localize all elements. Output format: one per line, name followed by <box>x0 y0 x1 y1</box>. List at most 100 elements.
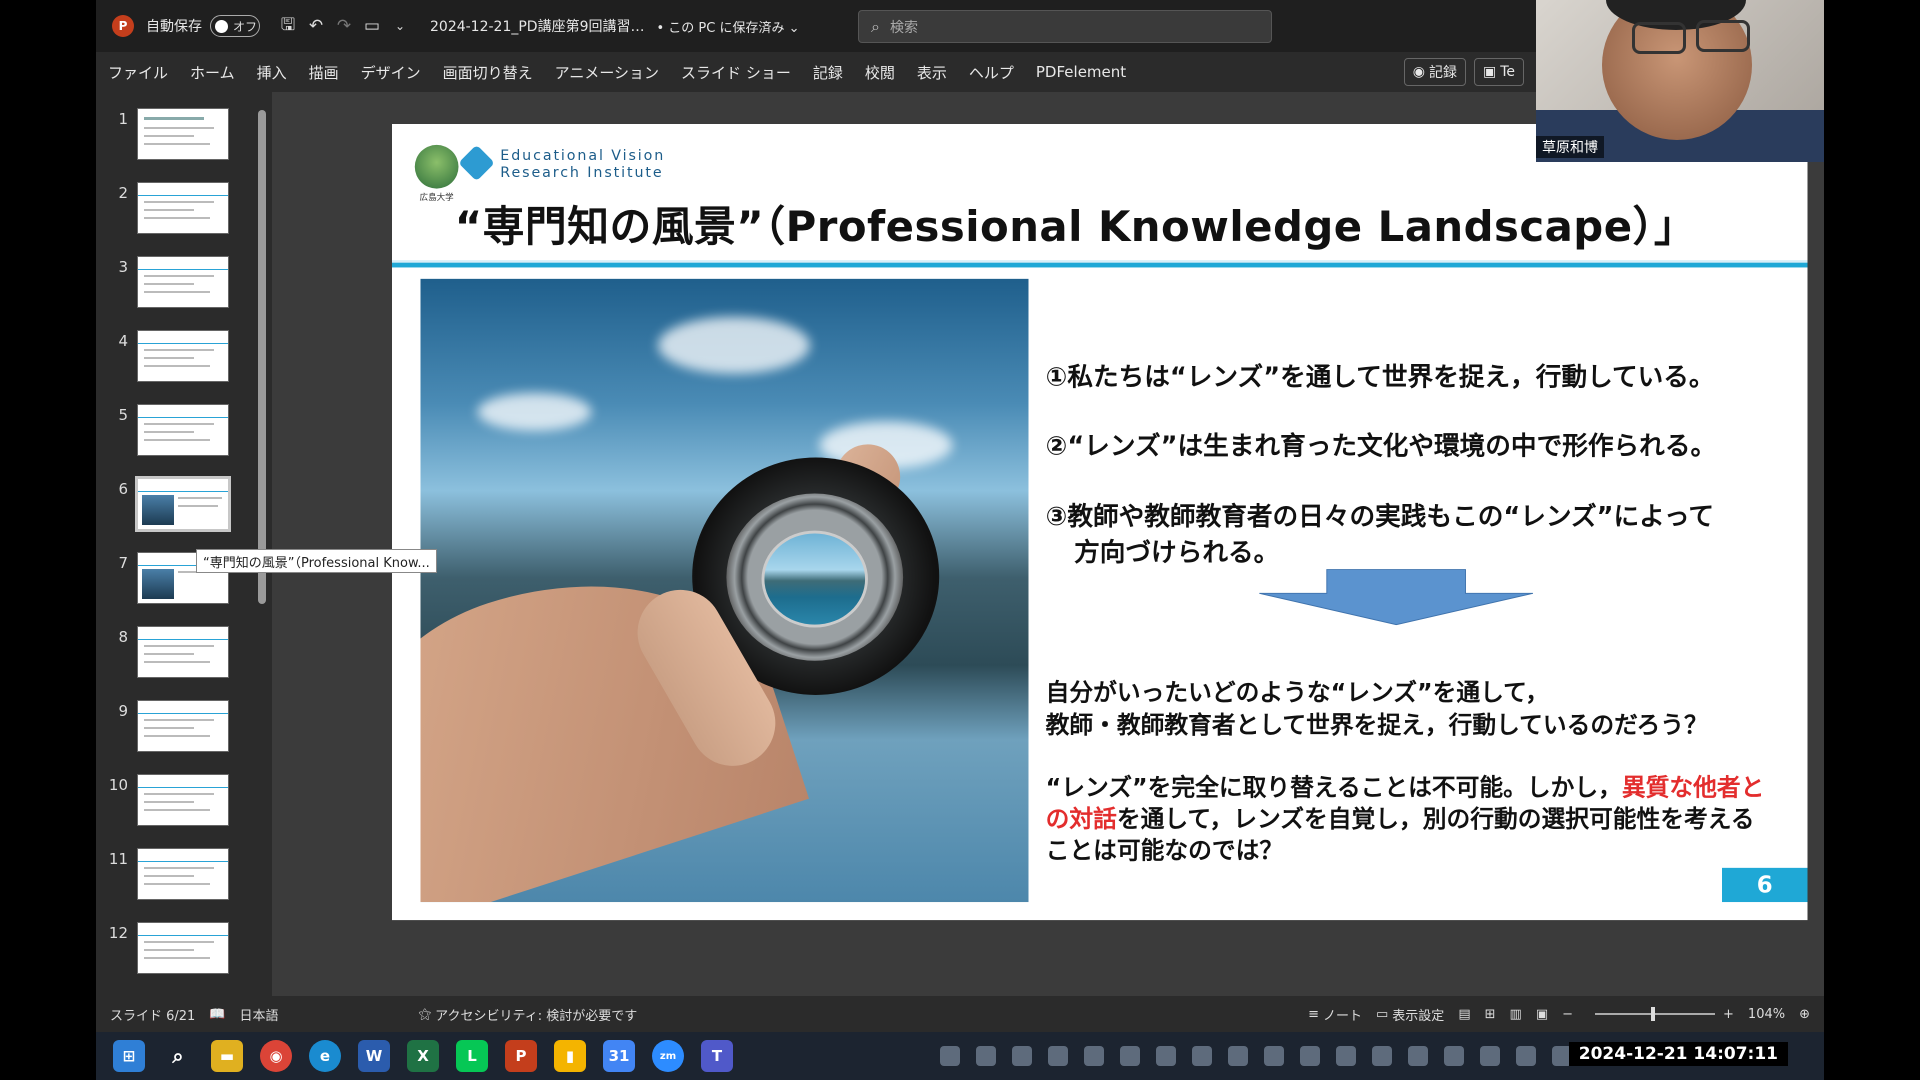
thumbnail-1[interactable]: 1 <box>96 102 272 176</box>
excel-icon[interactable]: X <box>407 1040 439 1072</box>
slide-thumb[interactable] <box>137 700 229 752</box>
slide-thumb[interactable] <box>137 922 229 974</box>
slide-sorter-icon[interactable]: ⊞ <box>1485 1007 1496 1022</box>
tray-icon[interactable] <box>1048 1046 1068 1066</box>
search-taskbar-icon[interactable]: ⌕ <box>162 1040 194 1072</box>
tray-icon[interactable] <box>976 1046 996 1066</box>
tray-icon[interactable] <box>1516 1046 1536 1066</box>
tab-help[interactable]: ヘルプ <box>969 62 1014 83</box>
save-status[interactable]: • この PC に保存済み ⌄ <box>657 17 800 36</box>
slide-thumb[interactable] <box>137 626 229 678</box>
tray-icon[interactable] <box>1444 1046 1464 1066</box>
tray-icon[interactable] <box>1192 1046 1212 1066</box>
tray-icon[interactable] <box>1300 1046 1320 1066</box>
keep-icon[interactable]: ▮ <box>554 1040 586 1072</box>
powerpoint-taskbar-icon[interactable]: P <box>505 1040 537 1072</box>
thumbnail-5[interactable]: 5 <box>96 398 272 472</box>
search-icon: ⌕ <box>871 16 880 36</box>
slide-thumb[interactable] <box>137 182 229 234</box>
scrollbar-thumb[interactable] <box>258 110 266 604</box>
search-input[interactable]: ⌕ 検索 <box>858 10 1272 43</box>
spellcheck-icon[interactable]: 📖 <box>209 1007 225 1022</box>
teams-taskbar-icon[interactable]: T <box>701 1040 733 1072</box>
tray-icon[interactable] <box>1228 1046 1248 1066</box>
undo-icon[interactable]: ↶ <box>302 12 330 40</box>
slide-thumb[interactable] <box>137 256 229 308</box>
start-icon[interactable]: ⊞ <box>113 1040 145 1072</box>
slide-thumb-active[interactable] <box>135 476 231 532</box>
tab-slideshow[interactable]: スライド ショー <box>681 62 791 83</box>
conclusion-highlight: 異質な他者と <box>1621 773 1765 802</box>
tray-icon[interactable] <box>1156 1046 1176 1066</box>
slide-thumb[interactable] <box>137 774 229 826</box>
zoom-level[interactable]: 104% <box>1748 1007 1785 1022</box>
taskbar-clock[interactable]: 2024-12-21 14:07:11 <box>1568 1042 1788 1066</box>
tab-record[interactable]: 記録 <box>813 62 843 83</box>
zoom-slider-thumb[interactable] <box>1651 1007 1656 1021</box>
tab-transitions[interactable]: 画面切り替え <box>443 62 533 83</box>
customize-toolbar-icon[interactable]: ⌄ <box>386 12 414 40</box>
accessibility-status[interactable]: ⚝ アクセシビリティ: 検討が必要です <box>419 1005 638 1024</box>
save-icon[interactable]: 🖫 <box>274 12 302 40</box>
zoom-slider[interactable] <box>1595 1007 1716 1021</box>
file-explorer-icon[interactable]: ▬ <box>211 1040 243 1072</box>
presentation-start-icon[interactable]: ▭ <box>358 12 386 40</box>
zoom-out-icon[interactable]: − <box>1562 1007 1573 1022</box>
notes-button[interactable]: ≡ ノート <box>1308 1005 1362 1024</box>
thumbnail-2[interactable]: 2 <box>96 176 272 250</box>
language-indicator[interactable]: 日本語 <box>240 1005 279 1024</box>
tab-file[interactable]: ファイル <box>108 62 168 83</box>
tab-review[interactable]: 校閲 <box>865 62 895 83</box>
slide-6[interactable]: 広島大学 Educational Vision Research Institut… <box>392 124 1808 921</box>
thumbnail-8[interactable]: 8 <box>96 620 272 694</box>
point-3b: 方向づけられる。 <box>1074 538 1280 568</box>
tab-view[interactable]: 表示 <box>917 62 947 83</box>
normal-view-icon[interactable]: ▤ <box>1458 1007 1470 1022</box>
tab-design[interactable]: デザイン <box>361 62 421 83</box>
slide-thumb[interactable] <box>137 848 229 900</box>
zoom-in-icon[interactable]: + <box>1723 1007 1734 1022</box>
edge-icon[interactable]: e <box>309 1040 341 1072</box>
tray-icon[interactable] <box>1480 1046 1500 1066</box>
thumbnail-10[interactable]: 10 <box>96 768 272 842</box>
slideshow-view-icon[interactable]: ▣ <box>1536 1007 1548 1022</box>
word-icon[interactable]: W <box>358 1040 390 1072</box>
tab-animations[interactable]: アニメーション <box>555 62 659 83</box>
thumbnail-3[interactable]: 3 <box>96 250 272 324</box>
tab-insert[interactable]: 挿入 <box>257 62 287 83</box>
tray-icon[interactable] <box>1372 1046 1392 1066</box>
slide-thumb[interactable] <box>137 330 229 382</box>
teams-button[interactable]: ▣ Te <box>1473 58 1524 86</box>
thumbnail-12[interactable]: 12 <box>96 916 272 990</box>
thumbnail-11[interactable]: 11 <box>96 842 272 916</box>
chrome-icon[interactable]: ◉ <box>260 1040 292 1072</box>
tray-icon[interactable] <box>1408 1046 1428 1066</box>
thumbnail-scrollbar[interactable] <box>256 92 266 996</box>
search-placeholder: 検索 <box>889 19 918 36</box>
tray-icon[interactable] <box>1336 1046 1356 1066</box>
tray-icon[interactable] <box>1012 1046 1032 1066</box>
slide-thumb[interactable] <box>137 404 229 456</box>
thumbnail-9[interactable]: 9 <box>96 694 272 768</box>
record-button[interactable]: ◉ 記録 <box>1403 58 1466 86</box>
slide-counter: スライド 6/21 <box>110 1008 196 1024</box>
line-icon[interactable]: L <box>456 1040 488 1072</box>
thumbnail-4[interactable]: 4 <box>96 324 272 398</box>
tab-home[interactable]: ホーム <box>190 62 235 83</box>
tray-icon[interactable] <box>1084 1046 1104 1066</box>
tray-icon[interactable] <box>940 1046 960 1066</box>
redo-icon[interactable]: ↷ <box>330 12 358 40</box>
display-settings-button[interactable]: ▭ 表示設定 <box>1376 1005 1444 1024</box>
slide-thumb[interactable] <box>137 108 229 160</box>
calendar-icon[interactable]: 31 <box>603 1040 635 1072</box>
fit-to-window-icon[interactable]: ⊕ <box>1799 1007 1810 1022</box>
tray-icon[interactable] <box>1120 1046 1140 1066</box>
autosave-toggle[interactable]: オフ <box>210 15 260 37</box>
tab-draw[interactable]: 描画 <box>309 62 339 83</box>
thumbnail-6-active[interactable]: 6 <box>96 472 272 546</box>
tab-pdfelement[interactable]: PDFelement <box>1036 63 1126 81</box>
reading-view-icon[interactable]: ▥ <box>1510 1007 1522 1022</box>
zoom-app-icon[interactable]: zm <box>652 1040 684 1072</box>
thumbnail-number: 8 <box>118 628 128 646</box>
tray-icon[interactable] <box>1264 1046 1284 1066</box>
